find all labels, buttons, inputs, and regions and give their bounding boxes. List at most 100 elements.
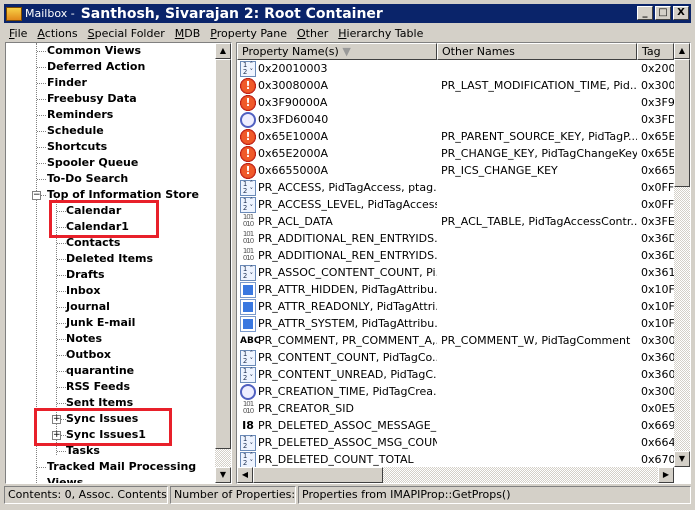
property-name: PR_CONTENT_UNREAD, PidTagC... — [258, 368, 437, 381]
other-names-cell: PR_ACL_TABLE, PidTagAccessContr... — [441, 215, 637, 228]
tree-node-reminders[interactable]: Reminders — [47, 107, 113, 123]
property-name-cell: ABC PR_COMMENT, PR_COMMENT_A,... — [237, 333, 437, 349]
tag-cell: 0x10F — [641, 317, 675, 330]
scroll-thumb[interactable] — [215, 59, 231, 449]
other-names-cell: PR_LAST_MODIFICATION_TIME, Pid... — [441, 79, 637, 92]
property-name: 0x3F90000A — [258, 96, 328, 109]
tree-node-junk-e-mail[interactable]: Junk E-mail — [66, 315, 135, 331]
tree-node-deferred-action[interactable]: Deferred Action — [47, 59, 145, 75]
scroll-thumb[interactable] — [253, 467, 383, 483]
menu-mdb[interactable]: MDB — [170, 27, 206, 40]
property-name: PR_DELETED_ASSOC_MSG_COUNT — [258, 436, 437, 449]
tag-cell: 0x36D — [641, 232, 677, 245]
property-row[interactable]: ! 0x6655000A PR_ICS_CHANGE_KEY 0x665 — [237, 162, 677, 179]
menu-actions[interactable]: Actions — [32, 27, 82, 40]
column-header-other-names[interactable]: Other Names — [437, 43, 637, 60]
tree-node-outbox[interactable]: Outbox — [66, 347, 111, 363]
error-icon: ! — [240, 162, 256, 179]
property-name-cell: 1 ˄ 2 ˅ PR_DELETED_ASSOC_MSG_COUNT — [237, 434, 437, 451]
column-header-tag[interactable]: Tag — [637, 43, 674, 60]
menu-other[interactable]: Other — [292, 27, 333, 40]
property-row[interactable]: ! 0x3F90000A 0x3F9 — [237, 94, 677, 111]
tree-node-finder[interactable]: Finder — [47, 75, 87, 91]
tree-node-rss-feeds[interactable]: RSS Feeds — [66, 379, 130, 395]
tree-node-inbox[interactable]: Inbox — [66, 283, 100, 299]
property-row[interactable]: 1 ˄ 2 ˅ PR_ACCESS_LEVEL, PidTagAccess... 0x… — [237, 196, 677, 213]
column-header-property-name[interactable]: Property Name(s) ▼ — [237, 43, 437, 60]
other-names-cell: PR_ICS_CHANGE_KEY — [441, 164, 558, 177]
scroll-left-button[interactable]: ◀ — [237, 467, 253, 483]
error-icon: ! — [240, 128, 256, 145]
tree-node-drafts[interactable]: Drafts — [66, 267, 105, 283]
mfcmapi-app-icon — [6, 6, 22, 21]
tree-node-shortcuts[interactable]: Shortcuts — [47, 139, 107, 155]
scroll-right-button[interactable]: ▶ — [658, 467, 674, 483]
tag-cell: 0x670 — [641, 453, 676, 466]
property-row[interactable]: I8 PR_DELETED_ASSOC_MESSAGE_... 0x669 — [237, 417, 677, 434]
property-row[interactable]: PR_CREATION_TIME, PidTagCrea... 0x300 — [237, 383, 677, 400]
property-row[interactable]: 1 ˄ 2 ˅ PR_DELETED_ASSOC_MSG_COUNT 0x664 — [237, 434, 677, 451]
maximize-button[interactable]: □ — [655, 6, 671, 20]
status-bar: Contents: 0, Assoc. Contents: 1 Number o… — [4, 486, 691, 504]
tree-node-freebusy-data[interactable]: Freebusy Data — [47, 91, 137, 107]
property-row[interactable]: ! 0x65E2000A PR_CHANGE_KEY, PidTagChangeKe… — [237, 145, 677, 162]
property-row[interactable]: 1 ˄ 2 ˅ PR_ASSOC_CONTENT_COUNT, Pi... 0x361 — [237, 264, 677, 281]
property-row[interactable]: PR_ATTR_SYSTEM, PidTagAttribu... 0x10F — [237, 315, 677, 332]
property-row[interactable]: PR_ATTR_READONLY, PidTagAttri... 0x10F — [237, 298, 677, 315]
tag-cell: 0x65E — [641, 147, 676, 160]
scroll-down-button[interactable]: ▼ — [674, 451, 690, 467]
tree-node-schedule[interactable]: Schedule — [47, 123, 104, 139]
scroll-thumb[interactable] — [674, 59, 690, 187]
property-list-pane: Property Name(s) ▼ Other Names Tag 1 ˄ 2 … — [236, 42, 691, 484]
property-row[interactable]: 1 ˄ 2 ˅ 0x20010003 0x200 — [237, 60, 677, 77]
error-icon: ! — [240, 77, 256, 94]
sort-arrow-icon: ▼ — [342, 45, 351, 58]
property-row[interactable]: ! 0x3008000A PR_LAST_MODIFICATION_TIME, Pi… — [237, 77, 677, 94]
window-title: Santhosh, Sivarajan 2: Root Container — [80, 5, 383, 22]
tree-node-journal[interactable]: Journal — [66, 299, 110, 315]
tree-node-quarantine[interactable]: quarantine — [66, 363, 134, 379]
property-row[interactable]: 101 010 PR_ADDITIONAL_REN_ENTRYIDS... 0x36D — [237, 247, 677, 264]
tree-node-spooler-queue[interactable]: Spooler Queue — [47, 155, 138, 171]
property-row[interactable]: ABC PR_COMMENT, PR_COMMENT_A,... PR_COMMEN… — [237, 332, 677, 349]
tree-node-common-views[interactable]: Common Views — [47, 43, 141, 59]
property-row[interactable]: 0x3FD60040 0x3FD — [237, 111, 677, 128]
property-name-cell: 1 ˄ 2 ˅ 0x20010003 — [237, 60, 437, 77]
guid-icon: I8 — [242, 418, 254, 432]
property-row[interactable]: 1 ˄ 2 ˅ PR_DELETED_COUNT_TOTAL 0x670 — [237, 451, 677, 468]
menu-file[interactable]: File — [4, 27, 32, 40]
property-row[interactable]: PR_ATTR_HIDDEN, PidTagAttribu... 0x10F — [237, 281, 677, 298]
tree-node-deleted-items[interactable]: Deleted Items — [66, 251, 153, 267]
property-row[interactable]: ! 0x65E1000A PR_PARENT_SOURCE_KEY, PidTagP… — [237, 128, 677, 145]
list-vertical-scrollbar[interactable]: ▲ ▼ — [674, 43, 690, 467]
scroll-up-button[interactable]: ▲ — [215, 43, 231, 59]
menu-special-folder[interactable]: Special Folder — [83, 27, 170, 40]
tree-node-to-do-search[interactable]: To-Do Search — [47, 171, 128, 187]
property-row[interactable]: 101 010 PR_CREATOR_SID 0x0E5 — [237, 400, 677, 417]
tree-node-notes[interactable]: Notes — [66, 331, 102, 347]
property-row[interactable]: 1 ˄ 2 ˅ PR_ACCESS, PidTagAccess, ptag... 0x… — [237, 179, 677, 196]
tag-cell: 0x665 — [641, 164, 676, 177]
tree-vertical-scrollbar[interactable]: ▲ ▼ — [215, 43, 231, 483]
tree-line — [57, 307, 66, 308]
property-row[interactable]: 1 ˄ 2 ˅ PR_CONTENT_UNREAD, PidTagC... 0x360 — [237, 366, 677, 383]
tag-cell: 0x200 — [641, 62, 676, 75]
tag-cell: 0x669 — [641, 419, 676, 432]
scroll-down-button[interactable]: ▼ — [215, 467, 231, 483]
property-row[interactable]: 101 010 PR_ACL_DATA PR_ACL_TABLE, PidTagAcc… — [237, 213, 677, 230]
app-name: Mailbox - — [25, 7, 75, 20]
close-button[interactable]: X — [673, 6, 689, 20]
tree-node-tracked-mail-processing[interactable]: Tracked Mail Processing — [47, 459, 196, 475]
property-name-cell: ! 0x6655000A — [237, 162, 437, 179]
scroll-up-button[interactable]: ▲ — [674, 43, 690, 59]
property-row[interactable]: 1 ˄ 2 ˅ PR_CONTENT_COUNT, PidTagCo... 0x360 — [237, 349, 677, 366]
property-row[interactable]: 101 010 PR_ADDITIONAL_REN_ENTRYIDS... 0x36D — [237, 230, 677, 247]
minimize-button[interactable]: _ — [637, 6, 653, 20]
menu-hierarchy-table[interactable]: Hierarchy Table — [333, 27, 428, 40]
tag-cell: 0x3F9 — [641, 96, 675, 109]
menu-property-pane[interactable]: Property Pane — [205, 27, 292, 40]
tree-line — [37, 83, 46, 84]
tree-node-views[interactable]: Views — [47, 475, 83, 483]
collapse-icon[interactable]: − — [32, 191, 41, 200]
list-horizontal-scrollbar[interactable]: ◀ ▶ — [237, 467, 674, 483]
